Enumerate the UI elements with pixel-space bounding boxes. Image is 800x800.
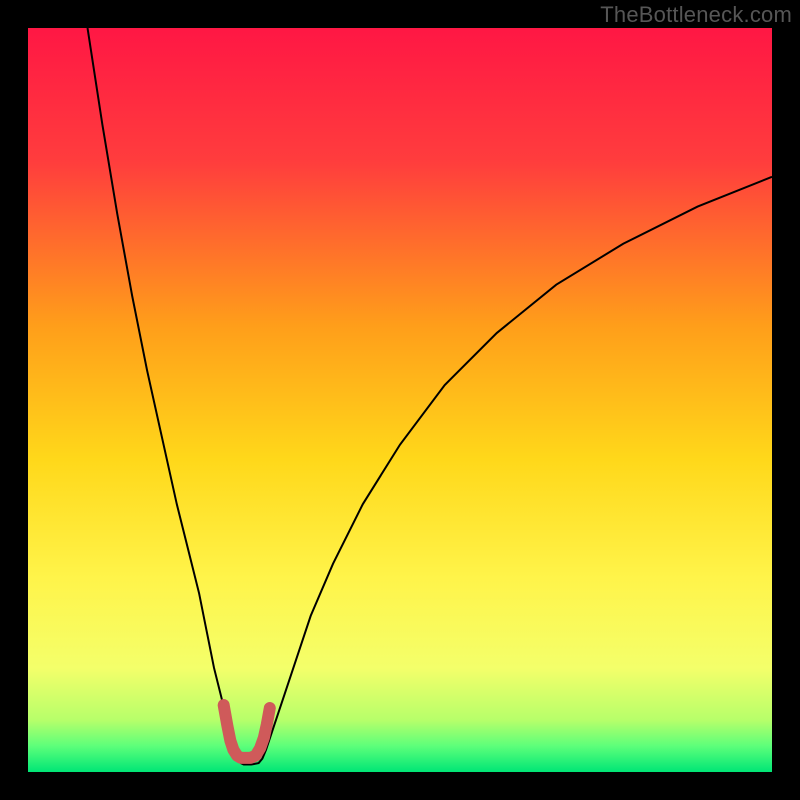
- chart-frame: [28, 28, 772, 772]
- gradient-background: [28, 28, 772, 772]
- watermark-text: TheBottleneck.com: [600, 2, 792, 28]
- bottleneck-chart: [28, 28, 772, 772]
